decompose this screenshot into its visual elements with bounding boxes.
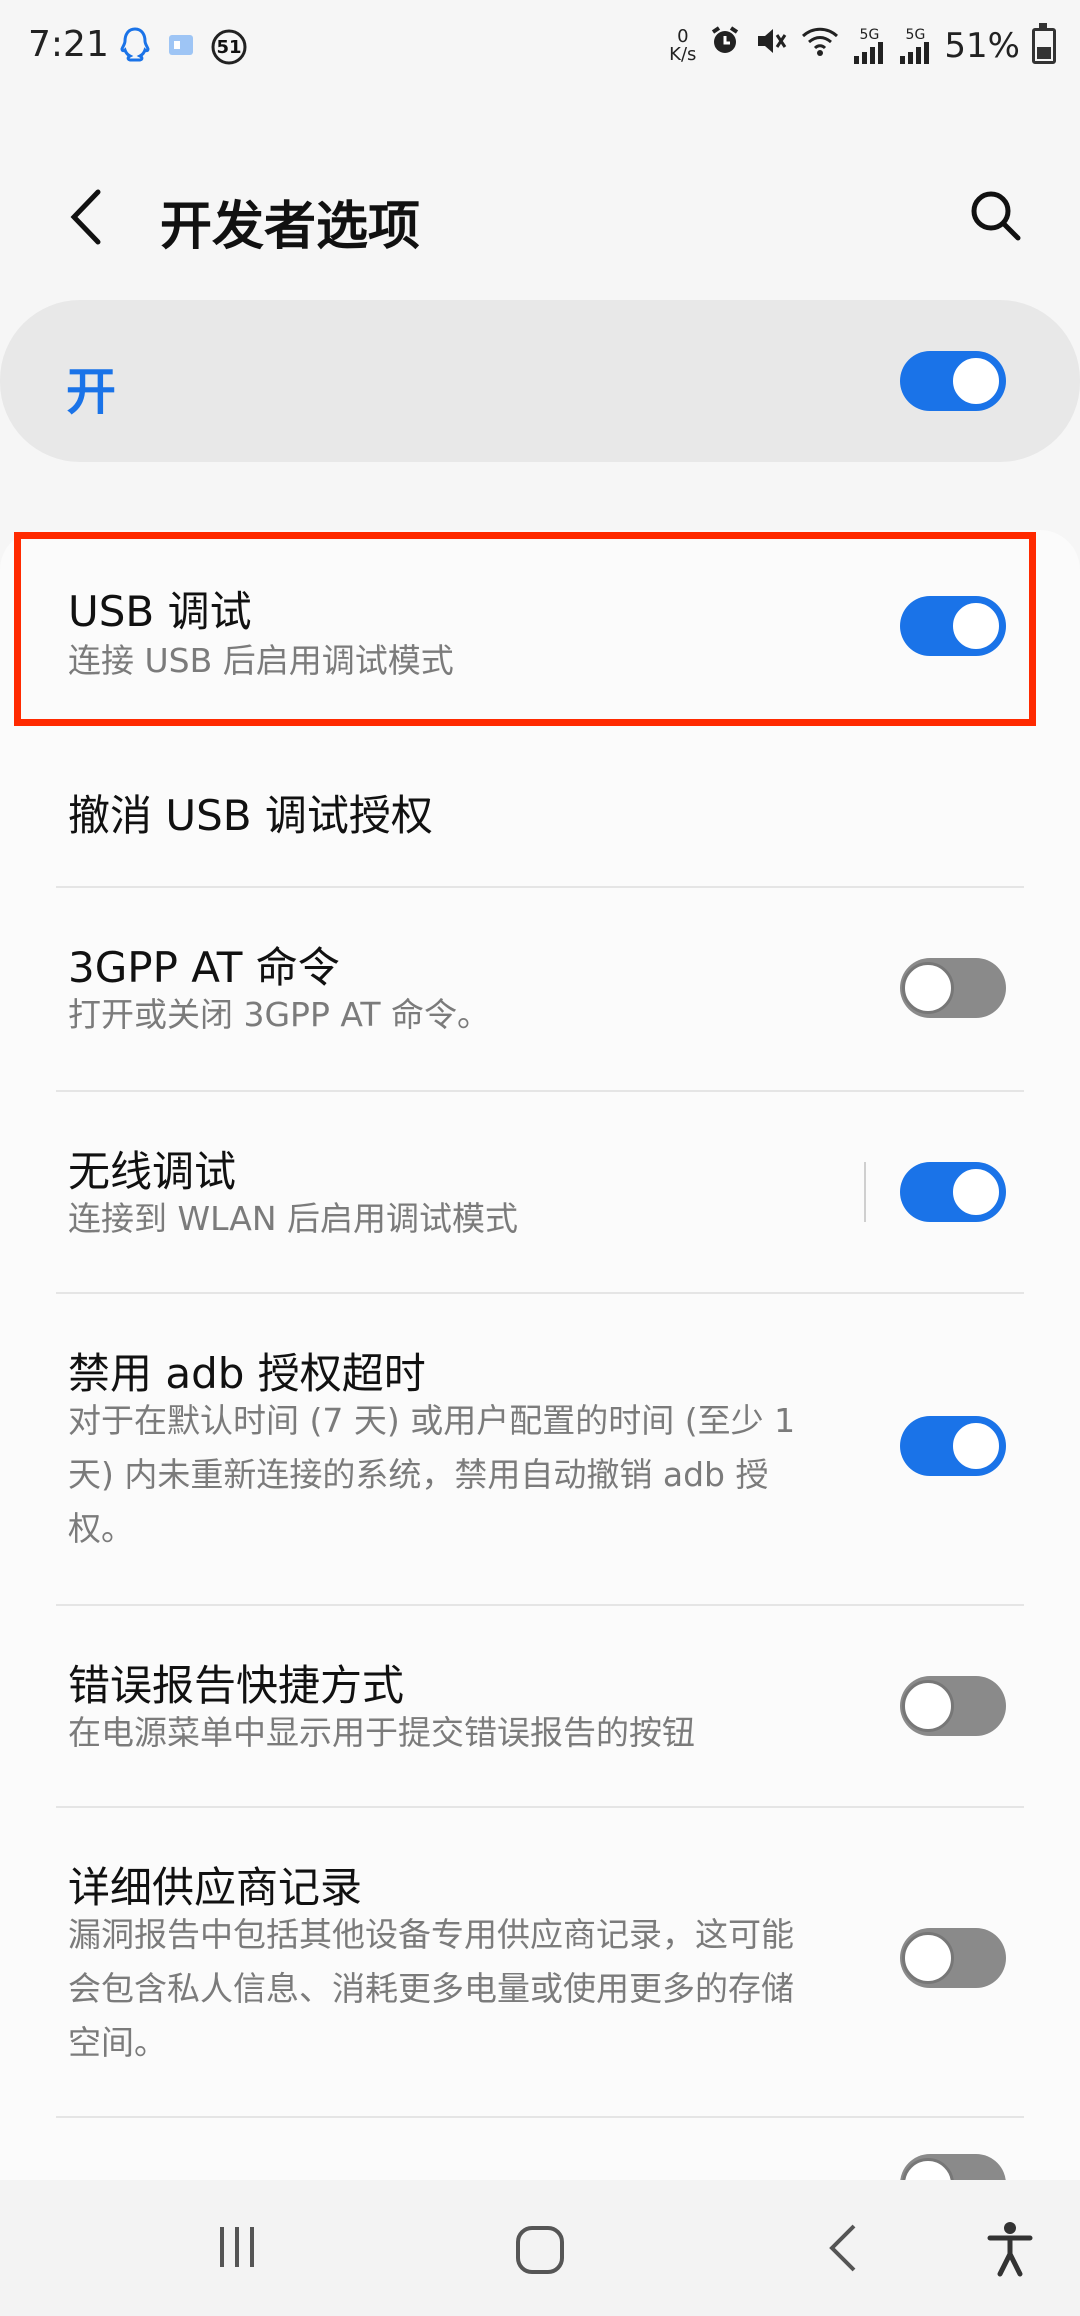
- app-notification-icon: [166, 30, 196, 64]
- vertical-separator: [864, 1162, 866, 1222]
- setting-title: 撤消 USB 调试授权: [68, 791, 433, 840]
- setting-title: 3GPP AT 命令: [68, 943, 340, 992]
- bug-report-shortcut-toggle[interactable]: [900, 1676, 1006, 1736]
- app-header: 开发者选项: [0, 160, 1080, 270]
- battery-icon: [1032, 22, 1056, 64]
- usb-debugging-highlight-box: [14, 532, 1036, 726]
- back-button[interactable]: [60, 182, 120, 252]
- recent-apps-icon: [220, 2227, 254, 2267]
- settings-list: USB 调试 连接 USB 后启用调试模式 撤消 USB 调试授权 3GPP A…: [0, 530, 1080, 2180]
- setting-subtitle: 对于在默认时间 (7 天) 或用户配置的时间 (至少 1 天) 内未重新连接的系…: [68, 1401, 796, 1548]
- home-button[interactable]: [512, 2222, 568, 2278]
- search-button[interactable]: [960, 180, 1030, 250]
- adb-auth-timeout-toggle[interactable]: [900, 1416, 1006, 1476]
- net-speed-indicator: 0 K/s: [669, 25, 697, 65]
- setting-3gpp-at-commands[interactable]: 3GPP AT 命令 打开或关闭 3GPP AT 命令。: [0, 888, 1080, 1090]
- setting-title: 无线调试: [68, 1147, 237, 1196]
- navigation-bar: [0, 2180, 1080, 2316]
- home-icon: [516, 2226, 564, 2274]
- qq-icon: [118, 26, 152, 68]
- wifi-icon: [800, 24, 840, 67]
- mute-icon: [754, 24, 788, 67]
- master-switch-label: 开: [66, 363, 116, 421]
- setting-subtitle: 连接到 WLAN 后启用调试模式: [68, 1199, 519, 1238]
- notification-count-badge: 51: [210, 28, 248, 66]
- status-bar: 7:21 51 0 K/s 5G 5G 51%: [0, 0, 1080, 100]
- signal-sim2-icon: 5G: [898, 28, 932, 64]
- setting-bug-report-shortcut[interactable]: 错误报告快捷方式 在电源菜单中显示用于提交错误报告的按钮: [0, 1606, 1080, 1806]
- battery-percentage: 51%: [944, 25, 1020, 66]
- setting-subtitle: 打开或关闭 3GPP AT 命令。: [68, 995, 491, 1034]
- wireless-debugging-toggle[interactable]: [900, 1162, 1006, 1222]
- accessibility-icon: [987, 2222, 1033, 2277]
- signal-sim1-icon: 5G: [852, 28, 886, 64]
- setting-title: 禁用 adb 授权超时: [68, 1349, 426, 1398]
- setting-verbose-vendor-logging[interactable]: 详细供应商记录 漏洞报告中包括其他设备专用供应商记录，这可能 会包含私人信息、消…: [0, 1808, 1080, 2118]
- nav-back-icon: [829, 2224, 856, 2272]
- vendor-logging-toggle[interactable]: [900, 1928, 1006, 1988]
- search-icon: [971, 191, 1021, 241]
- setting-next-partial[interactable]: [0, 2118, 1080, 2180]
- status-time: 7:21: [28, 24, 109, 65]
- setting-subtitle: 在电源菜单中显示用于提交错误报告的按钮: [68, 1713, 695, 1752]
- alarm-icon: [708, 24, 742, 67]
- 3gpp-at-toggle[interactable]: [900, 958, 1006, 1018]
- setting-subtitle: 漏洞报告中包括其他设备专用供应商记录，这可能 会包含私人信息、消耗更多电量或使用…: [68, 1915, 794, 2062]
- recent-apps-button[interactable]: [212, 2222, 262, 2272]
- page-title: 开发者选项: [160, 197, 421, 257]
- master-toggle[interactable]: [900, 351, 1006, 411]
- nav-back-button[interactable]: [820, 2220, 870, 2276]
- setting-disable-adb-auth-timeout[interactable]: 禁用 adb 授权超时 对于在默认时间 (7 天) 或用户配置的时间 (至少 1…: [0, 1294, 1080, 1604]
- chevron-left-icon: [70, 189, 101, 245]
- setting-title: 详细供应商记录: [68, 1863, 363, 1912]
- setting-revoke-usb-auth[interactable]: 撤消 USB 调试授权: [0, 726, 1080, 886]
- next-setting-toggle[interactable]: [900, 2154, 1006, 2180]
- developer-options-master-switch[interactable]: 开: [0, 300, 1080, 462]
- setting-title: 错误报告快捷方式: [68, 1661, 405, 1710]
- setting-wireless-debugging[interactable]: 无线调试 连接到 WLAN 后启用调试模式: [0, 1092, 1080, 1292]
- accessibility-button[interactable]: [980, 2218, 1040, 2278]
